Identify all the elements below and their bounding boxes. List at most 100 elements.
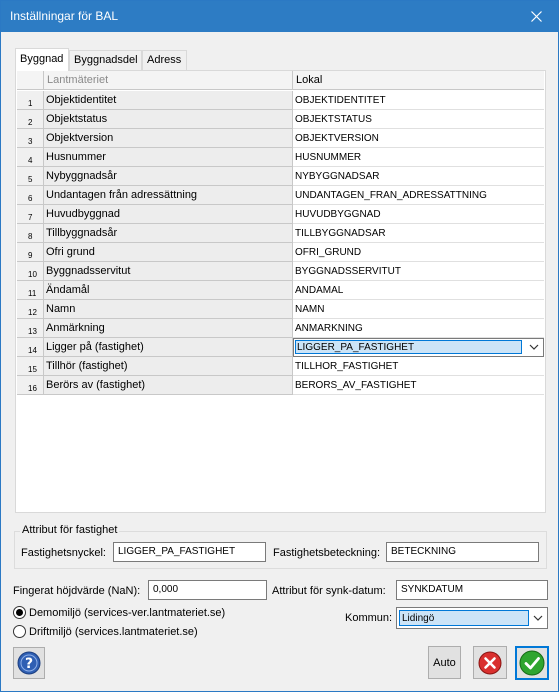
- row-number[interactable]: 1: [17, 91, 44, 110]
- tab-adress[interactable]: Adress: [142, 50, 187, 70]
- kommun-selected-value: Lidingö: [399, 610, 529, 626]
- lokal-cell[interactable]: UNDANTAGEN_FRAN_ADRESSATTNING: [293, 186, 544, 205]
- tab-byggnadsdel[interactable]: Byggnadsdel: [69, 50, 142, 70]
- column-header-lantmateriet[interactable]: Lantmäteriet: [44, 71, 293, 90]
- lantmateriet-cell: Anmärkning: [44, 319, 293, 338]
- chevron-down-icon: [533, 615, 543, 621]
- row-number[interactable]: 13: [17, 319, 44, 338]
- column-header-lokal[interactable]: Lokal: [293, 71, 544, 90]
- grid-corner: [17, 71, 44, 90]
- close-button[interactable]: [514, 1, 558, 32]
- lantmateriet-cell: Berörs av (fastighet): [44, 376, 293, 395]
- table-row[interactable]: 13 Anmärkning ANMARKNING: [17, 319, 544, 338]
- chevron-down-icon: [529, 344, 539, 350]
- window-title: Inställningar för BAL: [10, 9, 119, 23]
- lokal-cell[interactable]: OFRI_GRUND: [293, 243, 544, 262]
- row-number[interactable]: 5: [17, 167, 44, 186]
- auto-button-label: Auto: [433, 656, 456, 669]
- table-row[interactable]: 2 Objektstatus OBJEKTSTATUS: [17, 110, 544, 129]
- lokal-cell[interactable]: NYBYGGNADSAR: [293, 167, 544, 186]
- lokal-cell[interactable]: HUSNUMMER: [293, 148, 544, 167]
- demomiljo-label[interactable]: Demomiljö (services-ver.lantmateriet.se): [29, 607, 225, 619]
- lantmateriet-cell: Nybyggnadsår: [44, 167, 293, 186]
- hojdvarde-label: Fingerat höjdvärde (NaN):: [13, 585, 141, 597]
- table-row[interactable]: 4 Husnummer HUSNUMMER: [17, 148, 544, 167]
- row-number[interactable]: 11: [17, 281, 44, 300]
- row-number[interactable]: 15: [17, 357, 44, 376]
- row-number[interactable]: 6: [17, 186, 44, 205]
- lokal-cell[interactable]: NAMN: [293, 300, 544, 319]
- lantmateriet-cell: Undantagen från adressättning: [44, 186, 293, 205]
- lokal-cell[interactable]: ANDAMAL: [293, 281, 544, 300]
- lantmateriet-cell: Ändamål: [44, 281, 293, 300]
- synkdatum-field[interactable]: SYNKDATUM: [396, 580, 548, 600]
- lokal-cell[interactable]: TILLHOR_FASTIGHET: [293, 357, 544, 376]
- title-bar: Inställningar för BAL: [1, 1, 558, 32]
- driftmiljo-radio[interactable]: [13, 625, 26, 638]
- lokal-cell[interactable]: HUVUDBYGGNAD: [293, 205, 544, 224]
- ok-checkmark-icon: [519, 650, 545, 676]
- lantmateriet-cell: Ligger på (fastighet): [44, 338, 293, 357]
- lantmateriet-cell: Byggnadsservitut: [44, 262, 293, 281]
- fastighet-group-label: Attribut för fastighet: [20, 524, 120, 536]
- auto-button[interactable]: Auto: [428, 646, 461, 679]
- cancel-button[interactable]: [473, 646, 507, 679]
- fastighetsnyckel-field[interactable]: LIGGER_PA_FASTIGHET: [113, 542, 266, 562]
- lokal-cell[interactable]: TILLBYGGNADSAR: [293, 224, 544, 243]
- table-row[interactable]: 10 Byggnadsservitut BYGGNADSSERVITUT: [17, 262, 544, 281]
- table-row[interactable]: 12 Namn NAMN: [17, 300, 544, 319]
- row-number[interactable]: 9: [17, 243, 44, 262]
- row-number[interactable]: 10: [17, 262, 44, 281]
- table-row[interactable]: 8 Tillbyggnadsår TILLBYGGNADSAR: [17, 224, 544, 243]
- lantmateriet-cell: Husnummer: [44, 148, 293, 167]
- table-row[interactable]: 1 Objektidentitet OBJEKTIDENTITET: [17, 91, 544, 110]
- row-number[interactable]: 12: [17, 300, 44, 319]
- tab-byggnad[interactable]: Byggnad: [15, 48, 69, 71]
- lantmateriet-cell: Objektstatus: [44, 110, 293, 129]
- lantmateriet-cell: Objektidentitet: [44, 91, 293, 110]
- kommun-label: Kommun:: [345, 612, 393, 624]
- lantmateriet-cell: Tillhör (fastighet): [44, 357, 293, 376]
- lokal-cell-dropdown[interactable]: LIGGER_PA_FASTIGHET: [293, 338, 544, 357]
- svg-text:?: ?: [25, 656, 33, 672]
- fastighetsnyckel-label: Fastighetsnyckel:: [21, 547, 106, 559]
- kommun-select[interactable]: Lidingö: [396, 607, 548, 629]
- synkdatum-label: Attribut för synk-datum:: [272, 585, 386, 597]
- lantmateriet-cell: Namn: [44, 300, 293, 319]
- fastighetsbeteckning-field[interactable]: BETECKNING: [386, 542, 539, 562]
- hojdvarde-field[interactable]: 0,000: [148, 580, 267, 600]
- table-row[interactable]: 5 Nybyggnadsår NYBYGGNADSAR: [17, 167, 544, 186]
- lantmateriet-cell: Tillbyggnadsår: [44, 224, 293, 243]
- row-number[interactable]: 16: [17, 376, 44, 395]
- row-number[interactable]: 3: [17, 129, 44, 148]
- lokal-cell[interactable]: BERORS_AV_FASTIGHET: [293, 376, 544, 395]
- lokal-cell[interactable]: OBJEKTSTATUS: [293, 110, 544, 129]
- row-number[interactable]: 7: [17, 205, 44, 224]
- row-number[interactable]: 4: [17, 148, 44, 167]
- table-row[interactable]: 3 Objektversion OBJEKTVERSION: [17, 129, 544, 148]
- lokal-cell[interactable]: ANMARKNING: [293, 319, 544, 338]
- table-row[interactable]: 7 Huvudbyggnad HUVUDBYGGNAD: [17, 205, 544, 224]
- row-number[interactable]: 8: [17, 224, 44, 243]
- lantmateriet-cell: Objektversion: [44, 129, 293, 148]
- close-icon: [530, 11, 542, 22]
- help-button[interactable]: ?: [13, 647, 45, 679]
- table-row[interactable]: 16 Berörs av (fastighet) BERORS_AV_FASTIGH…: [17, 376, 544, 395]
- lokal-cell[interactable]: BYGGNADSSERVITUT: [293, 262, 544, 281]
- fastighetsbeteckning-label: Fastighetsbeteckning:: [273, 547, 381, 559]
- table-row[interactable]: 15 Tillhör (fastighet) TILLHOR_FASTIGHET: [17, 357, 544, 376]
- help-icon: ?: [17, 651, 41, 675]
- row-number[interactable]: 14: [17, 338, 44, 357]
- table-row[interactable]: 9 Ofri grund OFRI_GRUND: [17, 243, 544, 262]
- dialog-window: Inställningar för BAL Byggnad Byggnadsde…: [0, 0, 559, 692]
- table-row[interactable]: 6 Undantagen från adressättning UNDANTAGEN…: [17, 186, 544, 205]
- driftmiljo-label[interactable]: Driftmiljö (services.lantmateriet.se): [29, 626, 198, 638]
- lokal-cell-selected-value: LIGGER_PA_FASTIGHET: [295, 340, 522, 354]
- demomiljo-radio[interactable]: [13, 606, 26, 619]
- row-number[interactable]: 2: [17, 110, 44, 129]
- table-row[interactable]: 11 Ändamål ANDAMAL: [17, 281, 544, 300]
- table-row[interactable]: 14 Ligger på (fastighet) LIGGER_PA_FASTIGH…: [17, 338, 544, 357]
- ok-button[interactable]: [515, 646, 549, 680]
- lokal-cell[interactable]: OBJEKTVERSION: [293, 129, 544, 148]
- lokal-cell[interactable]: OBJEKTIDENTITET: [293, 91, 544, 110]
